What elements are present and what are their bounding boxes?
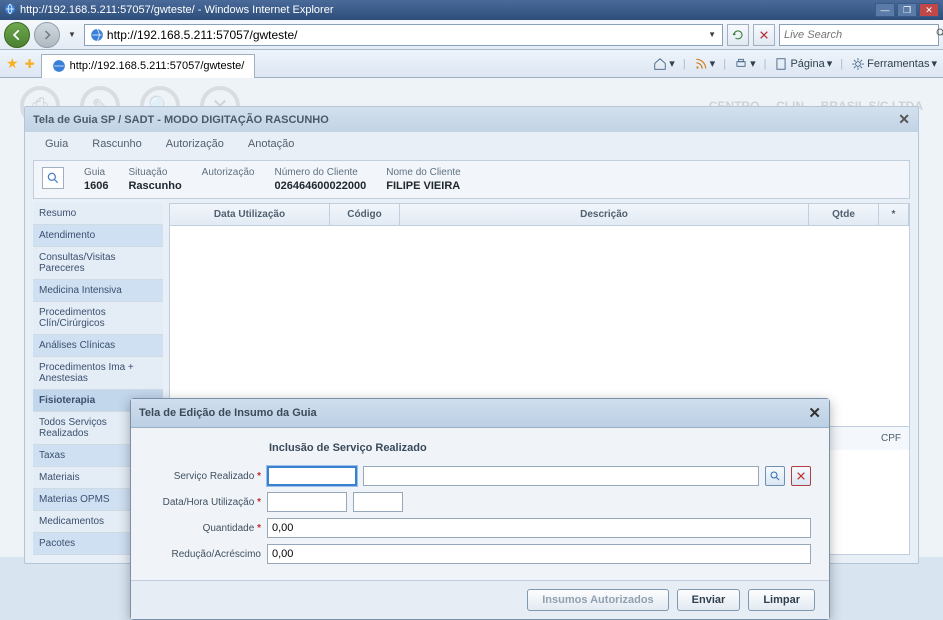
menu-rascunho[interactable]: Rascunho: [92, 138, 142, 150]
ie-icon: [4, 3, 16, 18]
insumos-button[interactable]: Insumos Autorizados: [527, 589, 668, 611]
clear-icon[interactable]: [791, 466, 811, 486]
sidebar-item-analise[interactable]: Análises Clínicas: [33, 335, 163, 357]
col-descricao[interactable]: Descrição: [400, 204, 809, 225]
lookup-icon[interactable]: [765, 466, 785, 486]
panel-menu: Guia Rascunho Autorização Anotação: [25, 132, 918, 156]
autorizacao-label: Autorização: [202, 167, 255, 178]
home-button[interactable]: ▾: [653, 57, 675, 71]
numcli-value: 026464600022000: [274, 180, 366, 192]
guia-label: Guia: [84, 167, 108, 178]
panel-title-text: Tela de Guia SP / SADT - MODO DIGITAÇÃO …: [33, 114, 329, 126]
col-qtde[interactable]: Qtde: [809, 204, 879, 225]
reduc-label: Redução/Acréscimo: [149, 549, 261, 560]
servico-code-input[interactable]: [267, 466, 357, 486]
maximize-button[interactable]: ❐: [897, 3, 917, 17]
print-button[interactable]: ▾: [734, 57, 756, 71]
refresh-button[interactable]: [727, 24, 749, 46]
tab-page-icon: [52, 59, 66, 73]
reduc-input[interactable]: [267, 544, 811, 564]
tabs-bar: ★ ✚ http://192.168.5.211:57057/gwteste/ …: [0, 50, 943, 78]
sidebar-item-medint[interactable]: Medicina Intensiva: [33, 280, 163, 302]
numcli-label: Número do Cliente: [274, 167, 366, 178]
page-menu[interactable]: Página ▾: [774, 57, 832, 71]
sidebar-item-proc[interactable]: Procedimentos Clín/Cirúrgicos: [33, 302, 163, 335]
page-content: ⎙ ✎ 🔍 ✕ CENTRO ... CLIN ... BRASIL S/C L…: [0, 78, 943, 557]
nav-toolbar: ▼ ▼: [0, 20, 943, 50]
tools-menu[interactable]: Ferramentas ▾: [851, 57, 937, 71]
menu-autorizacao[interactable]: Autorização: [166, 138, 224, 150]
servico-desc-input[interactable]: [363, 466, 759, 486]
servico-label: Serviço Realizado *: [149, 471, 261, 482]
modal-close-icon[interactable]: ✕: [808, 404, 821, 422]
datahora-label: Data/Hora Utilização *: [149, 497, 261, 508]
url-input[interactable]: [107, 26, 704, 44]
qtd-label: Quantidade *: [149, 523, 261, 534]
menu-anotacao[interactable]: Anotação: [248, 138, 294, 150]
sidebar-item-atendimento[interactable]: Atendimento: [33, 225, 163, 247]
forward-button[interactable]: [34, 22, 60, 48]
window-titlebar: http://192.168.5.211:57057/gwteste/ - Wi…: [0, 0, 943, 20]
panel-info-bar: Guia 1606 Situação Rascunho Autorização …: [33, 160, 910, 199]
qtd-input[interactable]: [267, 518, 811, 538]
nomcli-label: Nome do Cliente: [386, 167, 460, 178]
minimize-button[interactable]: —: [875, 3, 895, 17]
sidebar-item-procima[interactable]: Procedimentos Ima + Anestesias: [33, 357, 163, 390]
close-window-button[interactable]: ✕: [919, 3, 939, 17]
col-codigo[interactable]: Código: [330, 204, 400, 225]
add-favorite-icon[interactable]: ✚: [25, 57, 35, 71]
search-go-icon[interactable]: [931, 27, 943, 42]
url-dropdown[interactable]: ▼: [704, 30, 720, 39]
data-input[interactable]: [267, 492, 347, 512]
col-data[interactable]: Data Utilização: [170, 204, 330, 225]
col-star[interactable]: *: [879, 204, 909, 225]
search-input[interactable]: [780, 29, 931, 41]
modal-heading: Inclusão de Serviço Realizado: [269, 442, 811, 454]
situacao-label: Situação: [128, 167, 181, 178]
guia-value: 1606: [84, 180, 108, 192]
search-icon[interactable]: [42, 167, 64, 189]
back-button[interactable]: [4, 22, 30, 48]
footer-cpf: CPF: [881, 433, 901, 444]
situacao-value: Rascunho: [128, 180, 181, 192]
modal-dialog: Tela de Edição de Insumo da Guia ✕ Inclu…: [130, 398, 830, 620]
window-title: http://192.168.5.211:57057/gwteste/ - Wi…: [20, 4, 333, 16]
feeds-button[interactable]: ▾: [694, 57, 716, 71]
tab-label: http://192.168.5.211:57057/gwteste/: [70, 60, 245, 72]
address-bar[interactable]: ▼: [84, 24, 723, 46]
browser-tab[interactable]: http://192.168.5.211:57057/gwteste/: [41, 54, 256, 78]
stop-button[interactable]: [753, 24, 775, 46]
limpar-button[interactable]: Limpar: [748, 589, 815, 611]
hora-input[interactable]: [353, 492, 403, 512]
modal-title-text: Tela de Edição de Insumo da Guia: [139, 407, 317, 419]
page-icon: [90, 28, 104, 42]
panel-close-icon[interactable]: ✕: [898, 111, 910, 128]
sidebar-item-resumo[interactable]: Resumo: [33, 203, 163, 225]
grid-header: Data Utilização Código Descrição Qtde *: [170, 204, 909, 226]
sidebar-item-consultas[interactable]: Consultas/Visitas Pareceres: [33, 247, 163, 280]
enviar-button[interactable]: Enviar: [677, 589, 741, 611]
search-box[interactable]: [779, 24, 939, 46]
nav-history-dropdown[interactable]: ▼: [64, 30, 80, 39]
nomcli-value: FILIPE VIEIRA: [386, 180, 460, 192]
menu-guia[interactable]: Guia: [45, 138, 68, 150]
favorites-icon[interactable]: ★: [6, 55, 19, 72]
